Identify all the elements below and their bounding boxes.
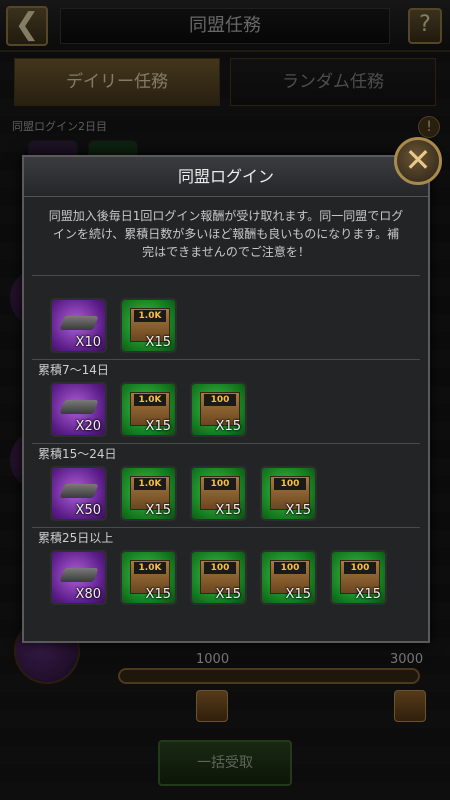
reward-items-row: X50 1.0K X15 100 X15 100 X15 — [32, 464, 420, 527]
item-quantity: X15 — [285, 587, 311, 602]
resource-crate-item[interactable]: 1.0K X15 — [120, 298, 177, 353]
resource-crate-item[interactable]: 100 X15 — [260, 466, 317, 521]
item-quantity: X10 — [75, 335, 101, 350]
crate-amount-label: 100 — [204, 478, 236, 490]
crate-amount-label: 100 — [204, 394, 236, 406]
ticket-icon — [59, 316, 99, 330]
ticket-icon — [59, 568, 99, 582]
crate-amount-label: 1.0K — [134, 310, 166, 322]
resource-crate-item[interactable]: 100 X15 — [260, 550, 317, 605]
reward-items-row: X10 1.0K X15 — [32, 296, 420, 359]
item-quantity: X15 — [145, 587, 171, 602]
crate-amount-label: 100 — [204, 562, 236, 574]
reward-tier: 累積7〜14日 X20 1.0K X15 100 X15 — [32, 359, 420, 443]
reward-items-row: X80 1.0K X15 100 X15 100 X15 100 X15 — [32, 548, 420, 611]
item-quantity: X50 — [75, 503, 101, 518]
close-icon: ✕ — [404, 141, 432, 179]
speedup-ticket-item[interactable]: X80 — [50, 550, 107, 605]
crate-amount-label: 1.0K — [134, 478, 166, 490]
item-quantity: X20 — [75, 419, 101, 434]
speedup-ticket-item[interactable]: X10 — [50, 298, 107, 353]
speedup-ticket-item[interactable]: X20 — [50, 382, 107, 437]
item-quantity: X15 — [355, 587, 381, 602]
speedup-ticket-item[interactable]: X50 — [50, 466, 107, 521]
resource-crate-item[interactable]: 1.0K X15 — [120, 382, 177, 437]
resource-crate-item[interactable]: 100 X15 — [330, 550, 387, 605]
ticket-icon — [59, 400, 99, 414]
resource-crate-item[interactable]: 100 X15 — [190, 550, 247, 605]
item-quantity: X80 — [75, 587, 101, 602]
crate-amount-label: 100 — [274, 478, 306, 490]
crate-amount-label: 1.0K — [134, 394, 166, 406]
reward-items-row: X20 1.0K X15 100 X15 — [32, 380, 420, 443]
tier-label: 累積15〜24日 — [38, 447, 117, 461]
reward-tier: 累積15〜24日 X50 1.0K X15 100 X15 100 X15 — [32, 443, 420, 527]
tier-label: 累積7〜14日 — [38, 363, 109, 377]
resource-crate-item[interactable]: 100 X15 — [190, 466, 247, 521]
tier-label: 累積25日以上 — [38, 531, 114, 545]
crate-amount-label: 1.0K — [134, 562, 166, 574]
item-quantity: X15 — [215, 587, 241, 602]
ticket-icon — [59, 484, 99, 498]
modal-title: 同盟ログイン — [24, 157, 428, 197]
crate-amount-label: 100 — [344, 562, 376, 574]
item-quantity: X15 — [215, 419, 241, 434]
reward-tier: X10 1.0K X15 — [32, 275, 420, 359]
reward-tier-list: X10 1.0K X15 累積7〜14日 X20 1.0K X15 100 X15 累積15〜24… — [32, 275, 420, 611]
tier-label — [32, 276, 420, 296]
item-quantity: X15 — [145, 503, 171, 518]
resource-crate-item[interactable]: 1.0K X15 — [120, 550, 177, 605]
item-quantity: X15 — [145, 335, 171, 350]
item-quantity: X15 — [145, 419, 171, 434]
item-quantity: X15 — [285, 503, 311, 518]
modal-description: 同盟加入後毎日1回ログイン報酬が受け取れます。同一同盟でログインを続け、累積日数… — [48, 209, 404, 259]
login-reward-modal: 同盟ログイン ✕ 同盟加入後毎日1回ログイン報酬が受け取れます。同一同盟でログイ… — [22, 137, 442, 643]
item-quantity: X15 — [215, 503, 241, 518]
close-button[interactable]: ✕ — [394, 137, 442, 185]
reward-tier: 累積25日以上 X80 1.0K X15 100 X15 100 X15 100 X15 — [32, 527, 420, 611]
crate-amount-label: 100 — [274, 562, 306, 574]
resource-crate-item[interactable]: 100 X15 — [190, 382, 247, 437]
resource-crate-item[interactable]: 1.0K X15 — [120, 466, 177, 521]
